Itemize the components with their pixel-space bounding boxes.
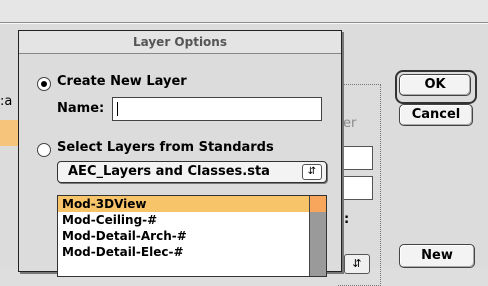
layer-list-item[interactable]: Mod-Detail-Arch-# [58,228,312,244]
layers-list[interactable]: Mod-3DView Mod-Ceiling-# Mod-Detail-Arch… [57,195,327,277]
parent-left-text: :a [0,94,13,109]
name-input[interactable] [112,97,322,121]
updown-arrows-icon: ⇵ [302,164,322,180]
cancel-button[interactable]: Cancel [399,104,473,126]
standards-popup[interactable]: AEC_Layers and Classes.sta ⇵ [57,161,327,183]
layer-list-item[interactable]: Mod-Ceiling-# [58,212,312,228]
window-top-band [0,0,488,23]
dialog-titlebar[interactable]: Layer Options [19,31,341,54]
parent-faint-label: er [343,116,357,131]
select-from-standards-label: Select Layers from Standards [57,140,274,155]
dialog-title: Layer Options [132,35,227,49]
standards-popup-value: AEC_Layers and Classes.sta [68,164,270,179]
select-from-standards-radio[interactable] [37,143,51,157]
layer-list-item[interactable]: Mod-Detail-Elec-# [58,244,312,260]
parent-field-1[interactable] [343,146,373,170]
layer-list-item[interactable]: Mod-3DView [58,196,312,212]
updown-arrows-icon: ⇵ [352,257,362,270]
layers-scrollbar[interactable] [309,196,326,276]
scroll-thumb[interactable] [310,196,326,212]
create-new-layer-label: Create New Layer [57,74,187,89]
parent-colon-label: : [344,212,350,227]
text-caret [117,102,118,116]
layer-options-dialog: Layer Options Create New Layer Name: Sel… [18,30,342,277]
new-button[interactable]: New [399,244,475,268]
ok-button[interactable]: OK [399,74,471,96]
parent-stepper[interactable]: ⇵ [344,254,370,274]
parent-selection-highlight [0,120,20,146]
name-label: Name: [57,101,105,116]
parent-field-2[interactable] [343,176,373,200]
create-new-layer-radio[interactable] [37,77,51,91]
